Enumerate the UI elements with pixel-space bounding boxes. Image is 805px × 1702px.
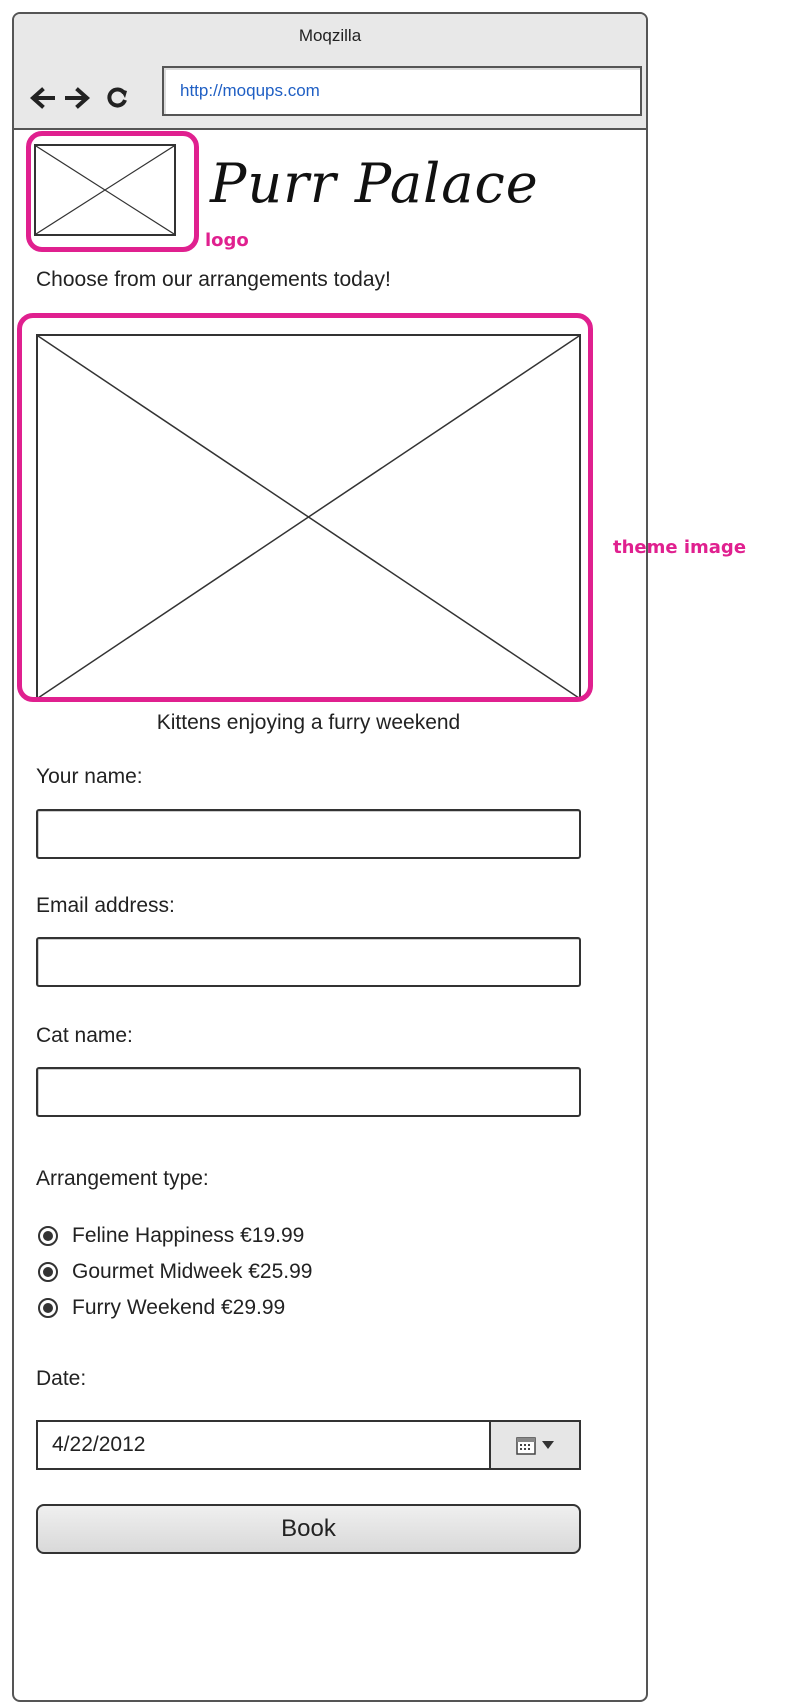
browser-window: Moqzilla http://moqups.com Purr Palace C… (12, 12, 648, 1702)
date-label: Date: (36, 1367, 87, 1390)
radio-button[interactable] (38, 1298, 58, 1318)
forward-button[interactable] (64, 84, 92, 112)
radio-label: Feline Happiness €19.99 (72, 1224, 305, 1247)
email-label: Email address: (36, 894, 175, 917)
address-bar[interactable]: http://moqups.com (162, 66, 642, 116)
address-url: http://moqups.com (180, 81, 320, 100)
radio-label: Gourmet Midweek €25.99 (72, 1260, 313, 1283)
cat-name-input[interactable] (36, 1067, 581, 1117)
logo-annotation-box (26, 131, 199, 252)
back-button[interactable] (28, 84, 56, 112)
name-input[interactable] (36, 809, 581, 859)
radio-button[interactable] (38, 1226, 58, 1246)
browser-titlebar: Moqzilla http://moqups.com (14, 14, 646, 130)
reload-icon (107, 87, 127, 108)
window-title: Moqzilla (298, 26, 362, 45)
calendar-icon (516, 1437, 536, 1455)
theme-annotation-label: theme image (613, 537, 747, 558)
date-picker-button[interactable] (489, 1422, 579, 1468)
date-value[interactable]: 4/22/2012 (38, 1422, 489, 1468)
cat-name-label: Cat name: (36, 1024, 133, 1047)
arrangement-label: Arrangement type: (36, 1167, 209, 1190)
image-caption: Kittens enjoying a furry weekend (156, 711, 461, 734)
arrow-right-icon (65, 87, 91, 109)
email-input[interactable] (36, 937, 581, 987)
radio-button[interactable] (38, 1262, 58, 1282)
radio-option-furry-weekend[interactable]: Furry Weekend €29.99 (38, 1296, 285, 1320)
arrow-left-icon (29, 87, 55, 109)
reload-button[interactable] (104, 84, 132, 112)
radio-option-feline-happiness[interactable]: Feline Happiness €19.99 (38, 1224, 304, 1248)
caret-down-icon (542, 1441, 554, 1449)
theme-annotation-box (17, 313, 593, 702)
radio-option-gourmet-midweek[interactable]: Gourmet Midweek €25.99 (38, 1260, 312, 1284)
radio-label: Furry Weekend €29.99 (72, 1296, 286, 1319)
tagline: Choose from our arrangements today! (36, 268, 391, 291)
logo-annotation-label: logo (205, 230, 249, 251)
book-button[interactable]: Book (36, 1504, 581, 1554)
date-picker[interactable]: 4/22/2012 (36, 1420, 581, 1470)
name-label: Your name: (36, 765, 143, 788)
brand-title: Purr Palace (210, 152, 539, 215)
